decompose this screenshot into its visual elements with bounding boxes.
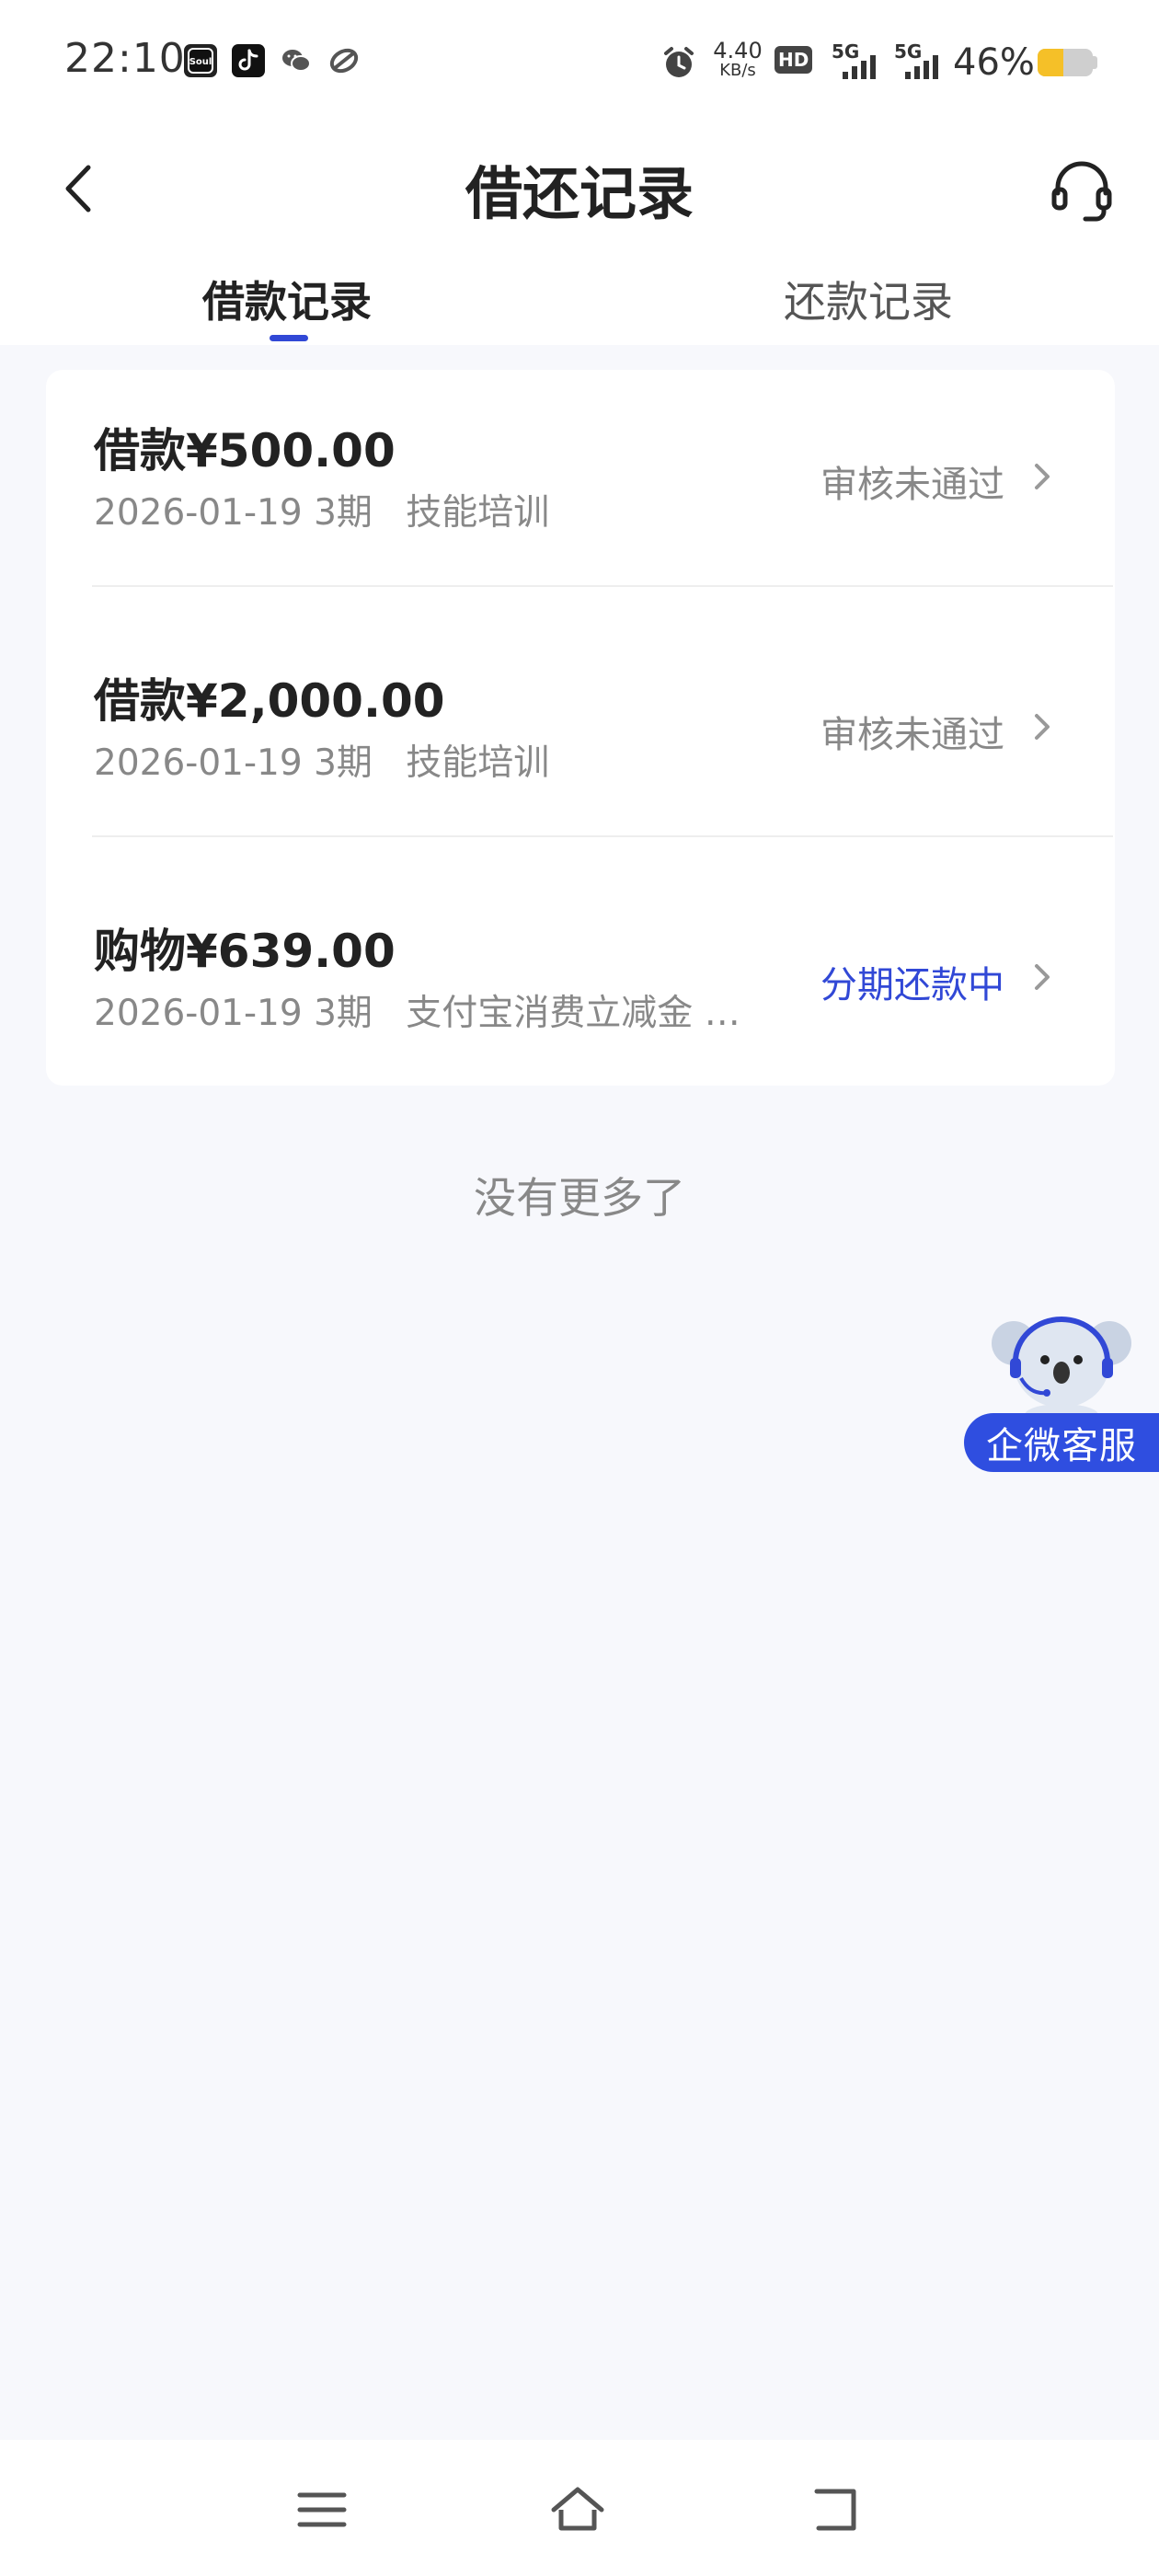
signal-bars-icon (843, 55, 876, 79)
signal-bars-icon (905, 55, 938, 79)
menu-button[interactable] (293, 2482, 351, 2537)
home-button[interactable] (548, 2482, 607, 2537)
battery-icon (1038, 49, 1093, 76)
svg-text:Soul: Soul (189, 57, 212, 67)
back-arrow-icon (814, 2489, 856, 2531)
record-purpose: 技能培训 (406, 742, 550, 784)
record-subtitle: 2026-01-19 3期 技能培训 (94, 734, 549, 786)
record-title: 购物¥639.00 (94, 925, 396, 978)
menu-icon (297, 2492, 347, 2527)
koala-mascot-icon (992, 1317, 1131, 1426)
battery-tip (1093, 56, 1097, 69)
list-item[interactable]: 借款¥500.00 2026-01-19 3期 技能培训 审核未通过 (46, 370, 1115, 618)
wechat-icon (280, 44, 313, 77)
no-more-text: 没有更多了 (474, 1173, 685, 1223)
record-periods: 3期 (314, 993, 373, 1034)
record-date: 2026-01-19 (94, 492, 303, 534)
records-card: 借款¥500.00 2026-01-19 3期 技能培训 审核未通过 借款¥2,… (46, 370, 1115, 1086)
tab-repay-records[interactable]: 还款记录 (784, 269, 953, 329)
record-periods: 3期 (314, 742, 373, 784)
record-title: 借款¥500.00 (94, 424, 396, 477)
status-bar: 22:10 Soul 4.40 KB/s HD 5G 5G 46% (0, 0, 1159, 124)
alarm-icon (660, 44, 697, 85)
net-speed-value: 4.40 (713, 38, 763, 63)
net-speed-unit: KB/s (719, 61, 756, 80)
list-item[interactable]: 购物¥639.00 2026-01-19 3期 支付宝消费立减金 … 分期还款中 (46, 867, 1115, 1115)
status-badge: 审核未通过 (820, 464, 1004, 506)
customer-service-button[interactable] (1047, 155, 1117, 224)
status-time: 22:10 (64, 35, 186, 82)
soul-icon: Soul (184, 44, 217, 77)
floating-service-label: 企微客服 (964, 1413, 1159, 1472)
status-badge: 分期还款中 (820, 964, 1004, 1006)
record-purpose: 技能培训 (406, 492, 550, 534)
divider (92, 835, 1113, 837)
back-nav-button[interactable] (808, 2482, 866, 2537)
tab-borrow-records[interactable]: 借款记录 (202, 269, 372, 329)
chevron-right-icon (1035, 464, 1050, 489)
signal-5g-2: 5G (894, 40, 949, 81)
record-title: 借款¥2,000.00 (94, 674, 445, 728)
record-subtitle: 2026-01-19 3期 支付宝消费立减金 … (94, 984, 740, 1036)
record-date: 2026-01-19 (94, 742, 303, 784)
status-badge: 审核未通过 (820, 714, 1004, 756)
system-nav-bar (0, 2440, 1159, 2576)
net-speed: 4.40 KB/s (710, 40, 765, 81)
tab-indicator (270, 335, 308, 341)
hd-badge: HD (775, 46, 822, 79)
tiktok-icon (232, 44, 265, 77)
chevron-right-icon (1035, 964, 1050, 990)
hd-label: HD (775, 46, 813, 74)
record-periods: 3期 (314, 492, 373, 534)
record-date: 2026-01-19 (94, 993, 303, 1034)
record-purpose: 支付宝消费立减金 … (406, 993, 740, 1034)
record-subtitle: 2026-01-19 3期 技能培训 (94, 484, 549, 535)
battery-fill (1038, 49, 1063, 76)
chevron-right-icon (1035, 714, 1050, 740)
link-icon (327, 44, 361, 77)
divider (92, 585, 1113, 587)
page-title: 借还记录 (465, 160, 694, 227)
home-icon (551, 2487, 604, 2531)
list-item[interactable]: 借款¥2,000.00 2026-01-19 3期 技能培训 审核未通过 (46, 618, 1115, 867)
headset-icon (1051, 161, 1112, 222)
floating-service-button[interactable]: 企微客服 (964, 1306, 1159, 1472)
battery-percent: 46% (953, 41, 1035, 84)
signal-5g-1: 5G (832, 40, 887, 81)
